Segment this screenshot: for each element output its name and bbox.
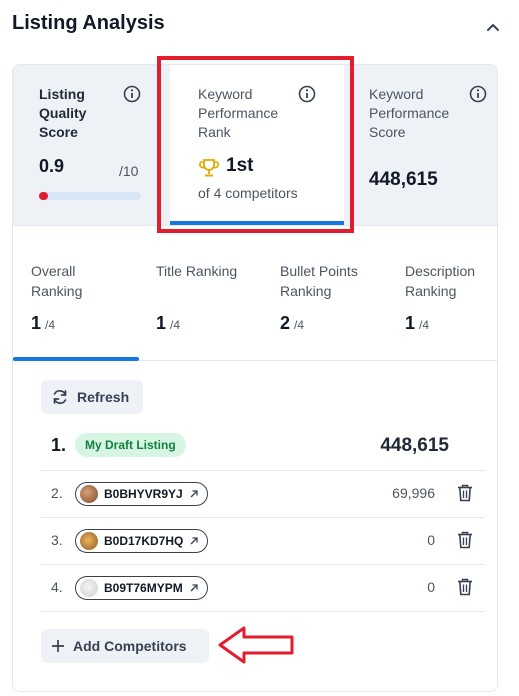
external-link-icon	[190, 537, 199, 545]
list-item: 4. B09T76MYPM 0	[41, 565, 485, 612]
my-draft-badge: My Draft Listing	[75, 433, 186, 457]
asin-label: B0BHYVR9YJ	[104, 487, 183, 501]
external-link-icon	[190, 584, 198, 592]
trash-icon[interactable]	[457, 484, 473, 502]
listing-quality-max: /10	[119, 163, 139, 179]
metrics-panel: Listing Quality Score 0.9 /10 Keyword Pe…	[13, 65, 497, 226]
refresh-icon	[53, 390, 67, 404]
keyword-score-value: 448,615	[369, 169, 438, 190]
tab-description-ranking[interactable]: Description Ranking	[405, 261, 495, 301]
keyword-rank-panel[interactable]: Keyword Performance Rank 1st of 4 compet…	[170, 65, 344, 225]
row-number: 4.	[51, 579, 63, 595]
active-tab-indicator	[13, 357, 139, 361]
asin-chip[interactable]: B0D17KD7HQ	[75, 529, 209, 553]
listing-quality-progress	[39, 192, 141, 200]
product-thumbnail	[80, 485, 98, 503]
section-title: Listing Analysis	[12, 12, 165, 34]
keyword-score-label: Keyword Performance Score	[369, 86, 450, 140]
info-icon[interactable]	[469, 85, 487, 103]
bullet-points-ranking-value: 2/4	[280, 313, 305, 333]
add-competitors-button[interactable]: Add Competitors	[41, 629, 209, 663]
row-score: 0	[427, 579, 435, 595]
asin-label: B09T76MYPM	[104, 581, 183, 595]
tab-bullet-points-ranking[interactable]: Bullet Points Ranking	[280, 261, 380, 301]
plus-icon	[52, 640, 64, 652]
row-number: 1.	[51, 435, 67, 455]
chevron-up-icon[interactable]	[482, 18, 504, 36]
title-ranking-value: 1/4	[156, 313, 181, 333]
description-ranking-value: 1/4	[405, 313, 430, 333]
asin-label: B0D17KD7HQ	[104, 534, 184, 548]
list-item: 1. My Draft Listing 448,615	[41, 429, 485, 471]
product-thumbnail	[80, 532, 98, 550]
row-score: 69,996	[392, 485, 435, 501]
refresh-label: Refresh	[77, 389, 130, 405]
keyword-rank-selected-indicator	[170, 221, 344, 225]
listing-quality-value: 0.9	[39, 156, 65, 176]
asin-chip[interactable]: B0BHYVR9YJ	[75, 482, 208, 506]
external-link-icon	[190, 490, 198, 498]
trash-icon[interactable]	[457, 531, 473, 549]
keyword-rank-label: Keyword Performance Rank	[198, 86, 279, 140]
tab-title-ranking[interactable]: Title Ranking	[156, 261, 246, 281]
red-arrow-annotation	[218, 626, 294, 664]
product-thumbnail	[80, 579, 98, 597]
row-number: 3.	[51, 532, 63, 548]
asin-chip[interactable]: B09T76MYPM	[75, 576, 208, 600]
list-item: 3. B0D17KD7HQ 0	[41, 518, 485, 565]
overall-ranking-value: 1/4	[31, 313, 56, 333]
keyword-rank-value: 1st	[226, 155, 254, 176]
info-icon[interactable]	[298, 85, 316, 103]
trophy-icon	[199, 159, 219, 177]
listing-quality-progress-fill	[39, 192, 48, 200]
keyword-rank-subtitle: of 4 competitors	[198, 185, 298, 201]
row-number: 2.	[51, 485, 63, 501]
trash-icon[interactable]	[457, 578, 473, 596]
add-competitors-label: Add Competitors	[73, 638, 187, 654]
listing-analysis-card: Listing Quality Score 0.9 /10 Keyword Pe…	[12, 64, 498, 692]
list-item: 2. B0BHYVR9YJ 69,996	[41, 471, 485, 518]
info-icon[interactable]	[123, 85, 141, 103]
listing-quality-label: Listing Quality Score	[39, 86, 87, 140]
tab-overall-ranking[interactable]: Overall Ranking	[31, 261, 121, 301]
row-score: 448,615	[380, 435, 449, 456]
refresh-button[interactable]: Refresh	[41, 380, 143, 414]
row-score: 0	[427, 532, 435, 548]
